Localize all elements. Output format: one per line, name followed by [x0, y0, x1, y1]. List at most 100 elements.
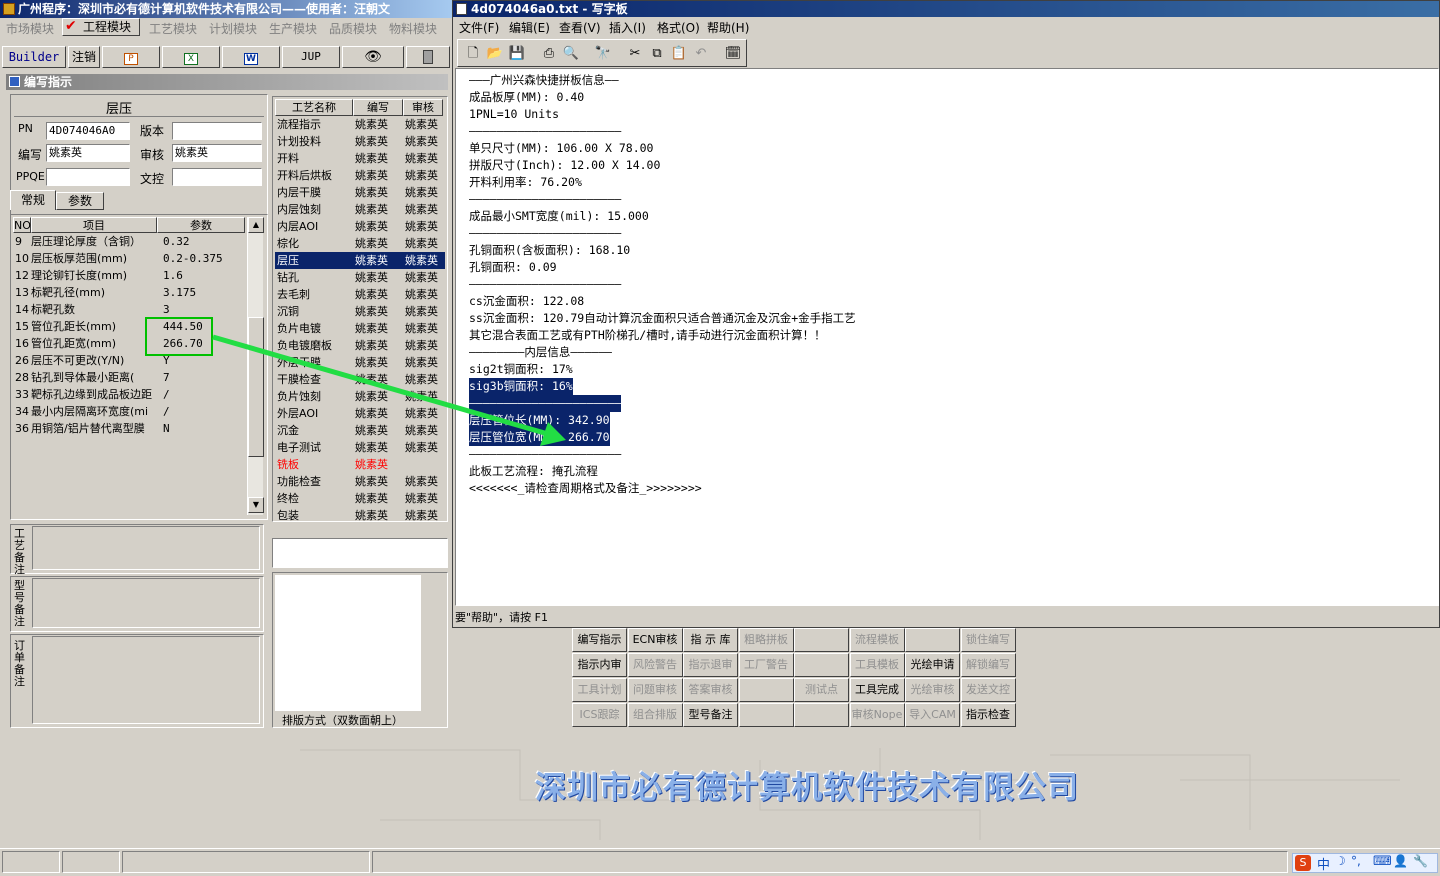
scroll-up-arrow[interactable]: ▲	[248, 217, 264, 233]
jup-button[interactable]: JUP	[282, 46, 340, 68]
tab-plan[interactable]: 计划模块	[209, 20, 257, 37]
wordpad-document[interactable]: ———广州兴森快捷拼板信息—— 成品板厚(MM): 0.40 1PNL=10 Uni…	[455, 68, 1439, 606]
process-remark-field[interactable]	[32, 526, 260, 570]
function-button[interactable]: ECN审核	[627, 628, 683, 652]
copy-icon[interactable]: ⧉	[646, 43, 668, 65]
menu-edit[interactable]: 编辑(E)	[509, 19, 550, 36]
function-button[interactable]: 发送文控	[960, 678, 1016, 702]
process-row[interactable]: 沉金 姚素英 姚素英	[275, 422, 445, 439]
process-row[interactable]: 开料 姚素英 姚素英	[275, 150, 445, 167]
param-value[interactable]: N	[159, 420, 245, 437]
function-button[interactable]: 风险警告	[627, 653, 683, 677]
process-row[interactable]: 开料后烘板 姚素英 姚素英	[275, 167, 445, 184]
process-row[interactable]: 外层干膜 姚素英 姚素英	[275, 354, 445, 371]
process-row[interactable]: 计划投料 姚素英 姚素英	[275, 133, 445, 150]
param-row[interactable]: 14 标靶孔数 3	[13, 301, 245, 318]
datetime-icon[interactable]: 🗓	[722, 43, 744, 65]
param-value[interactable]: 3	[159, 301, 245, 318]
print-icon[interactable]: ⎙	[538, 43, 560, 65]
punctuation-icon[interactable]: °,	[1351, 854, 1361, 868]
sogou-icon[interactable]: S	[1295, 855, 1311, 871]
function-button[interactable]: 答案审核	[683, 678, 738, 702]
function-button[interactable]: 粗略拼板	[738, 628, 794, 652]
param-value[interactable]: 3.175	[159, 284, 245, 301]
param-scrollbar[interactable]: ▲ ▼	[247, 217, 264, 515]
model-remark-field[interactable]	[32, 578, 260, 628]
function-button[interactable]: 工厂警告	[738, 653, 794, 677]
function-button[interactable]	[738, 678, 794, 702]
scroll-thumb[interactable]	[248, 317, 264, 457]
menu-view[interactable]: 查看(V)	[559, 19, 601, 36]
function-button[interactable]: 组合排版	[627, 703, 683, 727]
process-row[interactable]: 功能检查 姚素英 姚素英	[275, 473, 445, 490]
version-field[interactable]	[172, 122, 262, 140]
ppt-button[interactable]: P	[102, 46, 160, 68]
paste-icon[interactable]: 📋	[668, 43, 690, 65]
param-value[interactable]: 1.6	[159, 267, 245, 284]
function-button[interactable]	[738, 703, 794, 727]
param-row[interactable]: 13 标靶孔径(mm) 3.175	[13, 284, 245, 301]
function-button[interactable]: 审核Nope	[849, 703, 905, 727]
function-button[interactable]: 型号备注	[683, 703, 738, 727]
process-row[interactable]: 内层AOI 姚素英 姚素英	[275, 218, 445, 235]
function-button[interactable]: 解锁编写	[960, 653, 1016, 677]
logout-button[interactable]: 注销	[68, 46, 100, 68]
function-button[interactable]: 工具完成	[849, 678, 905, 702]
chinese-mode-icon[interactable]: 中	[1317, 854, 1330, 873]
new-file-icon[interactable]: 🗋	[462, 43, 484, 65]
function-button[interactable]: 工具模板	[849, 653, 905, 677]
moon-icon[interactable]: ☽	[1335, 854, 1346, 868]
open-folder-icon[interactable]: 📂	[484, 43, 506, 65]
function-button[interactable]: 锁住编写	[960, 628, 1016, 652]
process-row[interactable]: 外层AOI 姚素英 姚素英	[275, 405, 445, 422]
trash-button[interactable]	[406, 46, 450, 68]
excel-button[interactable]: X	[162, 46, 220, 68]
tab-process[interactable]: 工艺模块	[149, 20, 197, 37]
process-row[interactable]: 负片蚀刻 姚素英 姚素英	[275, 388, 445, 405]
ime-tray[interactable]: S 中 ☽ °, ⌨ 👤 🔧	[1292, 853, 1438, 873]
param-row[interactable]: 28 钻孔到导体最小距离(7	[13, 369, 245, 386]
menu-help[interactable]: 帮助(H)	[707, 19, 749, 36]
doc-control-field[interactable]	[172, 168, 262, 186]
param-value[interactable]: 7	[159, 369, 245, 386]
function-button[interactable]: 光绘申请	[905, 653, 960, 677]
view-button[interactable]: 👁	[342, 46, 404, 68]
writer-field[interactable]: 姚素英	[46, 144, 130, 162]
param-row[interactable]: 36 用铜箔/铝片替代离型膜 N	[13, 420, 245, 437]
process-row[interactable]: 干膜检查 姚素英 姚素英	[275, 371, 445, 388]
tab-quality[interactable]: 品质模块	[329, 20, 377, 37]
function-button[interactable]: 指示退审	[683, 653, 738, 677]
layout-preview-canvas[interactable]	[275, 575, 421, 711]
function-button[interactable]	[905, 628, 960, 652]
process-row[interactable]: 内层干膜 姚素英 姚素英	[275, 184, 445, 201]
order-remark-field[interactable]	[32, 636, 260, 724]
process-row[interactable]: 铣板 姚素英	[275, 456, 445, 473]
tab-material[interactable]: 物料模块	[389, 20, 437, 37]
menu-format[interactable]: 格式(O)	[657, 19, 700, 36]
tab-parameters[interactable]: 参数	[56, 192, 104, 210]
process-row[interactable]: 负片电镀 姚素英 姚素英	[275, 320, 445, 337]
process-row[interactable]: 包装 姚素英 姚素英	[275, 507, 445, 524]
menu-file[interactable]: 文件(F)	[459, 19, 499, 36]
keyboard-icon[interactable]: ⌨	[1373, 854, 1392, 869]
tab-market[interactable]: 市场模块	[6, 20, 54, 37]
param-value[interactable]: /	[159, 386, 245, 403]
function-button[interactable]	[794, 628, 849, 652]
process-row[interactable]: 沉铜 姚素英 姚素英	[275, 303, 445, 320]
tab-production[interactable]: 生产模块	[269, 20, 317, 37]
process-row[interactable]: 终检 姚素英 姚素英	[275, 490, 445, 507]
user-icon[interactable]: 👤	[1393, 854, 1408, 868]
process-search-field[interactable]	[272, 538, 448, 568]
find-icon[interactable]: 🔭	[592, 43, 614, 65]
process-row[interactable]: 棕化 姚素英 姚素英	[275, 235, 445, 252]
function-button[interactable]: 工具计划	[572, 678, 627, 702]
param-row[interactable]: 12 理论铆钉长度(mm) 1.6	[13, 267, 245, 284]
param-value[interactable]: /	[159, 403, 245, 420]
cut-icon[interactable]: ✂	[624, 43, 646, 65]
function-button[interactable]: 光绘审核	[905, 678, 960, 702]
param-row[interactable]: 9 层压理论厚度（含铜） 0.32	[13, 233, 245, 250]
pn-field[interactable]: 4D074046A0	[46, 122, 130, 140]
process-row[interactable]: 流程指示 姚素英 姚素英	[275, 116, 445, 133]
tab-engineering[interactable]: ✔ 工程模块	[62, 18, 140, 36]
function-button[interactable]: 编写指示	[572, 628, 627, 652]
